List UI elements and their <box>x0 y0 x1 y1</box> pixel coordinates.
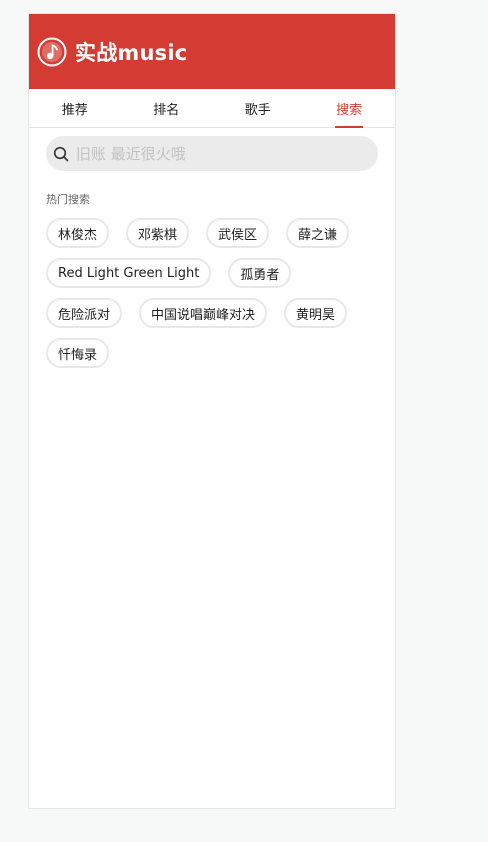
tab-bar: 推荐 排名 歌手 搜索 <box>29 89 395 128</box>
app-title: 实战music <box>75 40 188 65</box>
hot-search-tag[interactable]: 危险派对 <box>46 298 123 328</box>
hot-search-tag[interactable]: 忏悔录 <box>46 338 110 368</box>
hot-search-tag[interactable]: 黄明昊 <box>284 298 348 328</box>
tab-singers[interactable]: 歌手 <box>212 89 304 127</box>
hot-search-tag[interactable]: 武侯区 <box>206 218 270 248</box>
hot-search-title: 热门搜索 <box>46 193 90 206</box>
tab-label: 排名 <box>153 102 180 118</box>
search-icon <box>53 146 69 162</box>
search-input[interactable] <box>76 144 378 163</box>
tab-label: 搜索 <box>336 102 363 118</box>
active-tab-indicator <box>335 126 364 128</box>
hot-search-tag[interactable]: 孤勇者 <box>228 258 292 288</box>
hot-search-tags: 林俊杰 邓紫棋 武侯区 薛之谦 Red Light Green Light 孤勇… <box>29 207 395 368</box>
tab-label: 推荐 <box>61 102 88 118</box>
tab-recommend[interactable]: 推荐 <box>29 89 121 127</box>
music-note-circle-icon <box>37 37 67 67</box>
app-header: 实战music <box>29 14 395 89</box>
tab-ranking[interactable]: 排名 <box>121 89 213 127</box>
tab-label: 歌手 <box>244 102 271 118</box>
app-frame: 实战music 推荐 排名 歌手 搜索 热门搜索 林俊杰 <box>28 13 396 809</box>
hot-search-tag[interactable]: Red Light Green Light <box>46 258 212 288</box>
search-section <box>29 128 395 171</box>
tab-search[interactable]: 搜索 <box>304 89 396 128</box>
hot-search-tag[interactable]: 林俊杰 <box>46 218 110 248</box>
hot-search-tag[interactable]: 薛之谦 <box>286 218 350 248</box>
search-box[interactable] <box>46 136 378 171</box>
hot-search-tag[interactable]: 邓紫棋 <box>126 218 190 248</box>
hot-search-tag[interactable]: 中国说唱巅峰对决 <box>139 298 268 328</box>
